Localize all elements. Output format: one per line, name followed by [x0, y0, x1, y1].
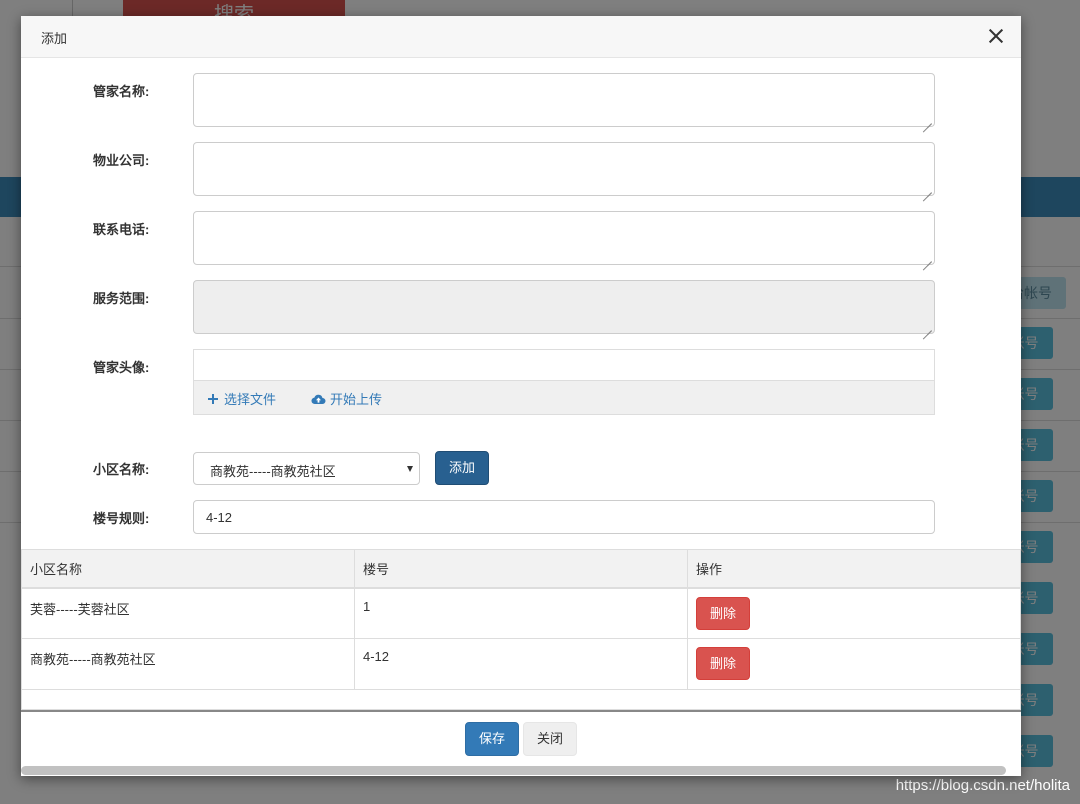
save-button[interactable]: 保存	[465, 722, 519, 756]
table-row: 芙蓉-----芙蓉社区 1 删除	[21, 587, 1021, 639]
building-rule-label: 楼号规则:	[93, 511, 150, 526]
action-cell: 删除	[687, 587, 1021, 639]
footer-divider	[21, 710, 1021, 712]
add-dialog: 添加 管家名称: 物业公司: 联系电话: 服务范围: 管家头像: 选择文件 开始…	[21, 16, 1021, 776]
community-select[interactable]: 商教苑-----商教苑社区	[193, 452, 420, 485]
community-cell: 芙蓉-----芙蓉社区	[21, 587, 355, 639]
delete-button[interactable]: 删除	[696, 596, 750, 630]
community-cell: 商教苑-----商教苑社区	[21, 638, 355, 690]
service-scope-label: 服务范围:	[93, 291, 150, 306]
community-select-value: 商教苑-----商教苑社区	[210, 464, 336, 479]
cloud-upload-icon	[311, 394, 326, 404]
service-scope-field	[193, 280, 935, 334]
resize-grip-icon[interactable]	[923, 115, 932, 124]
plus-icon	[208, 393, 218, 404]
add-community-button[interactable]: 添加	[435, 451, 489, 485]
action-cell: 删除	[687, 638, 1021, 690]
table-empty-row	[21, 689, 1021, 710]
building-cell: 4-12	[354, 638, 688, 690]
upload-file-list	[194, 350, 934, 381]
watermark: https://blog.csdn.net/holita	[895, 777, 1070, 794]
chevron-down-icon	[407, 466, 413, 472]
property-company-label: 物业公司:	[93, 153, 150, 168]
upload-toolbar: 选择文件 开始上传	[194, 381, 934, 414]
avatar-uploader: 选择文件 开始上传	[193, 349, 935, 415]
start-upload-label: 开始上传	[330, 392, 383, 407]
contact-phone-field[interactable]	[193, 211, 935, 265]
building-rule-input[interactable]: 4-12	[193, 500, 935, 534]
community-name-label: 小区名称:	[93, 462, 150, 477]
close-button[interactable]: 关闭	[523, 722, 577, 756]
property-company-field[interactable]	[193, 142, 935, 196]
start-upload-button[interactable]: 开始上传	[311, 389, 382, 408]
column-header-community: 小区名称	[21, 549, 355, 589]
contact-phone-label: 联系电话:	[93, 222, 150, 237]
choose-file-label: 选择文件	[224, 392, 277, 407]
resize-grip-icon[interactable]	[923, 184, 932, 193]
close-icon[interactable]	[987, 27, 1005, 45]
horizontal-scrollbar[interactable]	[21, 766, 1006, 775]
dialog-title: 添加	[41, 31, 68, 46]
avatar-label: 管家头像:	[93, 360, 150, 375]
building-cell: 1	[354, 587, 688, 639]
butler-name-field[interactable]	[193, 73, 935, 127]
choose-file-button[interactable]: 选择文件	[208, 389, 276, 408]
column-header-action: 操作	[687, 549, 1021, 589]
butler-name-label: 管家名称:	[93, 84, 150, 99]
table-header-row: 小区名称 楼号 操作	[21, 549, 1021, 589]
resize-grip-icon[interactable]	[923, 253, 932, 262]
resize-grip-icon	[923, 322, 932, 331]
delete-button[interactable]: 删除	[696, 647, 750, 680]
empty-cell	[21, 689, 1021, 710]
column-header-building: 楼号	[354, 549, 688, 589]
table-row: 商教苑-----商教苑社区 4-12 删除	[21, 638, 1021, 690]
community-table: 小区名称 楼号 操作 芙蓉-----芙蓉社区 1 删除 商教苑-----商教苑社…	[21, 549, 1021, 710]
dialog-header: 添加	[21, 16, 1021, 58]
